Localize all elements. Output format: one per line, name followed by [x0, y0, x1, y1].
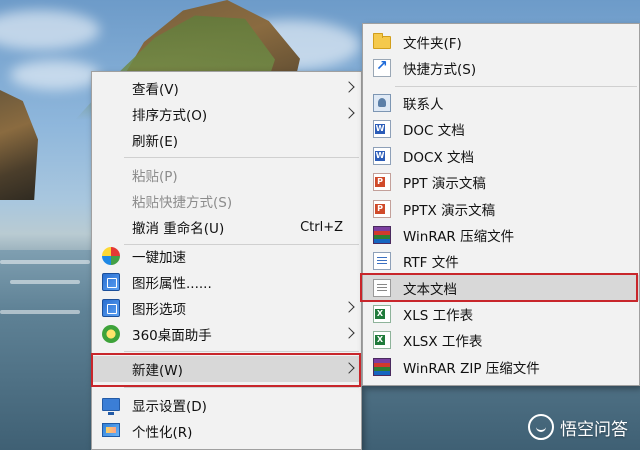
menu-item-label: 图形属性...... [132, 276, 212, 292]
menu-item-label: 文本文档 [403, 282, 457, 298]
speed-boost-icon [102, 247, 120, 265]
graphics-properties-icon [102, 273, 120, 291]
winrar-icon [373, 226, 391, 244]
menu-item-label: 刷新(E) [132, 134, 179, 150]
menu-item-label: 个性化(R) [132, 425, 193, 441]
menu-item-graphics-options[interactable]: 图形选项 [92, 295, 361, 321]
watermark-text: 悟空问答 [560, 419, 628, 440]
submenu-item-text-document[interactable]: 文本文档 [363, 275, 639, 301]
shortcut-icon [373, 58, 391, 77]
desktop-context-menu: 查看(V) 排序方式(O) 刷新(E) 粘贴(P) 粘贴快捷方式(S) 撤消 重… [91, 71, 362, 450]
360-desktop-icon [102, 325, 120, 343]
menu-item-label: 查看(V) [132, 82, 179, 98]
menu-item-sort-by[interactable]: 排序方式(O) [92, 101, 361, 127]
submenu-item-xlsx[interactable]: XLSX 工作表 [363, 327, 639, 353]
menu-item-label: 显示设置(D) [132, 399, 207, 415]
menu-item-label: WinRAR ZIP 压缩文件 [403, 361, 540, 377]
submenu-item-winrar[interactable]: WinRAR 压缩文件 [363, 222, 639, 248]
menu-item-label: 文件夹(F) [403, 36, 462, 52]
menu-item-360-desktop[interactable]: 360桌面助手 [92, 321, 361, 347]
folder-icon [373, 33, 391, 49]
menu-item-label: PPTX 演示文稿 [403, 203, 496, 219]
chevron-right-icon [343, 81, 355, 93]
submenu-item-docx[interactable]: DOCX 文档 [363, 143, 639, 169]
menu-item-graphics-properties[interactable]: 图形属性...... [92, 269, 361, 295]
menu-item-view[interactable]: 查看(V) [92, 75, 361, 101]
xlsx-icon [373, 331, 391, 349]
submenu-item-ppt[interactable]: PPT 演示文稿 [363, 169, 639, 195]
word-doc-icon [373, 120, 391, 138]
word-docx-icon [373, 147, 391, 165]
menu-item-personalize[interactable]: 个性化(R) [92, 418, 361, 444]
pptx-icon [373, 200, 391, 218]
menu-item-label: 360桌面助手 [132, 328, 212, 344]
menu-item-label: PPT 演示文稿 [403, 176, 486, 192]
display-settings-icon [102, 398, 120, 415]
menu-item-undo-rename[interactable]: 撤消 重命名(U) Ctrl+Z [92, 214, 361, 240]
menu-item-label: 排序方式(O) [132, 108, 208, 124]
keyboard-shortcut: Ctrl+Z [300, 219, 343, 235]
submenu-item-xls[interactable]: XLS 工作表 [363, 301, 639, 327]
chevron-right-icon [343, 327, 355, 339]
submenu-item-shortcut[interactable]: 快捷方式(S) [363, 55, 639, 81]
menu-item-speed-boost[interactable]: 一键加速 [92, 243, 361, 269]
submenu-item-folder[interactable]: 文件夹(F) [363, 29, 639, 55]
menu-item-label: XLSX 工作表 [403, 334, 483, 350]
submenu-item-doc[interactable]: DOC 文档 [363, 116, 639, 142]
menu-separator [124, 387, 359, 388]
ppt-icon [373, 173, 391, 191]
menu-separator [124, 351, 359, 352]
winrar-zip-icon [373, 358, 391, 376]
menu-item-label: 撤消 重命名(U) [132, 221, 225, 237]
text-document-icon [373, 279, 391, 297]
menu-item-label: WinRAR 压缩文件 [403, 229, 515, 245]
submenu-item-winrar-zip[interactable]: WinRAR ZIP 压缩文件 [363, 354, 639, 380]
contact-icon [373, 94, 391, 112]
wukong-logo-icon [528, 414, 554, 440]
chevron-right-icon [343, 301, 355, 313]
rtf-icon [373, 252, 391, 270]
submenu-item-pptx[interactable]: PPTX 演示文稿 [363, 196, 639, 222]
menu-separator [124, 157, 359, 158]
new-submenu: 文件夹(F) 快捷方式(S) 联系人 DOC 文档 DOCX 文档 PPT 演示… [362, 23, 640, 386]
menu-item-new[interactable]: 新建(W) [92, 356, 361, 382]
menu-item-label: 粘贴快捷方式(S) [132, 195, 233, 211]
submenu-item-rtf[interactable]: RTF 文件 [363, 248, 639, 274]
menu-item-label: 新建(W) [132, 363, 183, 379]
menu-item-label: RTF 文件 [403, 255, 459, 271]
watermark: 悟空问答 [528, 414, 628, 440]
menu-item-label: 一键加速 [132, 250, 186, 266]
menu-item-label: XLS 工作表 [403, 308, 474, 324]
menu-item-label: 图形选项 [132, 302, 186, 318]
submenu-item-contact[interactable]: 联系人 [363, 90, 639, 116]
graphics-options-icon [102, 299, 120, 317]
menu-item-paste-shortcut[interactable]: 粘贴快捷方式(S) [92, 188, 361, 214]
menu-item-label: DOCX 文档 [403, 150, 474, 166]
chevron-right-icon [343, 107, 355, 119]
menu-item-refresh[interactable]: 刷新(E) [92, 127, 361, 153]
chevron-right-icon [343, 362, 355, 374]
menu-item-paste[interactable]: 粘贴(P) [92, 162, 361, 188]
menu-item-label: DOC 文档 [403, 123, 465, 139]
personalize-icon [102, 423, 120, 437]
menu-item-display-settings[interactable]: 显示设置(D) [92, 392, 361, 418]
xls-icon [373, 305, 391, 323]
menu-separator [395, 86, 637, 87]
menu-item-label: 粘贴(P) [132, 169, 178, 185]
menu-item-label: 快捷方式(S) [403, 62, 477, 78]
menu-item-label: 联系人 [403, 97, 444, 113]
